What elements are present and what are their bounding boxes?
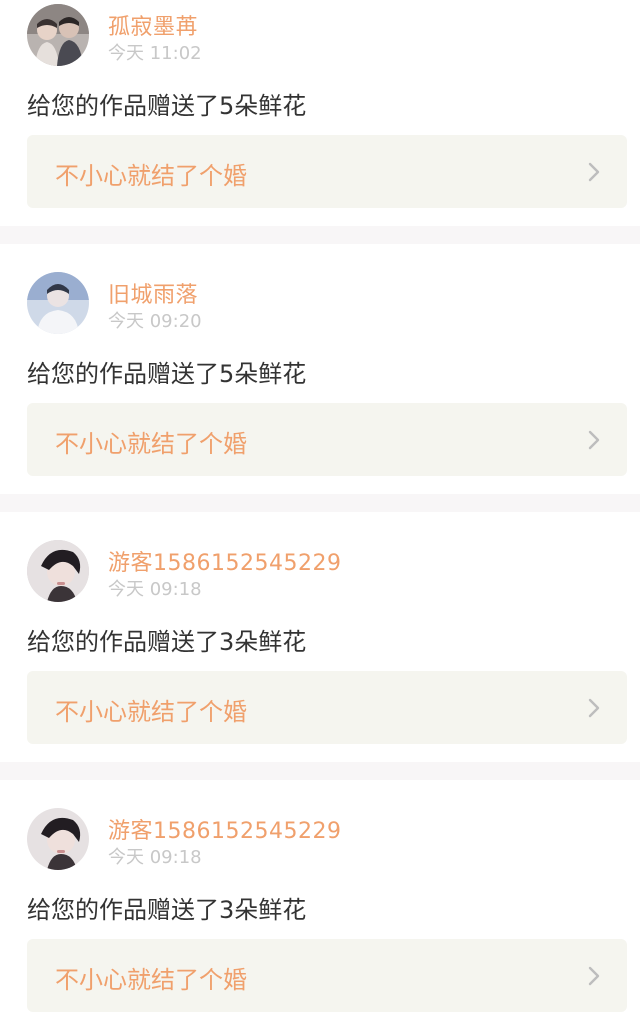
work-title: 不小心就结了个婚 — [55, 966, 247, 994]
gift-message: 给您的作品赠送了5朵鲜花 — [27, 360, 307, 388]
username[interactable]: 旧城雨落 — [108, 277, 198, 309]
card-divider — [0, 762, 640, 780]
card-divider — [0, 494, 640, 512]
work-link-card[interactable]: 不小心就结了个婚 — [27, 403, 627, 476]
work-link-card[interactable]: 不小心就结了个婚 — [27, 671, 627, 744]
notification-card: 孤寂墨苒 今天 11:02 给您的作品赠送了5朵鲜花 不小心就结了个婚 — [0, 0, 640, 226]
card-divider — [0, 226, 640, 244]
timestamp: 今天 11:02 — [108, 43, 202, 64]
username[interactable]: 游客1586152545229 — [108, 545, 341, 577]
notification-card: 游客1586152545229 今天 09:18 给您的作品赠送了3朵鲜花 不小… — [0, 780, 640, 1032]
gift-message: 给您的作品赠送了3朵鲜花 — [27, 628, 307, 656]
timestamp: 今天 09:20 — [108, 311, 202, 332]
timestamp: 今天 09:18 — [108, 847, 202, 868]
notification-card: 游客1586152545229 今天 09:18 给您的作品赠送了3朵鲜花 不小… — [0, 512, 640, 762]
username[interactable]: 孤寂墨苒 — [108, 9, 198, 41]
chevron-right-icon — [588, 966, 600, 986]
gift-notification-feed: 孤寂墨苒 今天 11:02 给您的作品赠送了5朵鲜花 不小心就结了个婚 旧城雨落… — [0, 0, 640, 1032]
user-avatar[interactable] — [27, 540, 89, 602]
chevron-right-icon — [588, 430, 600, 450]
work-link-card[interactable]: 不小心就结了个婚 — [27, 135, 627, 208]
user-avatar[interactable] — [27, 4, 89, 66]
gift-message: 给您的作品赠送了5朵鲜花 — [27, 92, 307, 120]
notification-card: 旧城雨落 今天 09:20 给您的作品赠送了5朵鲜花 不小心就结了个婚 — [0, 244, 640, 494]
chevron-right-icon — [588, 162, 600, 182]
work-title: 不小心就结了个婚 — [55, 698, 247, 726]
timestamp: 今天 09:18 — [108, 579, 202, 600]
user-avatar[interactable] — [27, 272, 89, 334]
work-link-card[interactable]: 不小心就结了个婚 — [27, 939, 627, 1012]
chevron-right-icon — [588, 698, 600, 718]
gift-message: 给您的作品赠送了3朵鲜花 — [27, 896, 307, 924]
work-title: 不小心就结了个婚 — [55, 162, 247, 190]
work-title: 不小心就结了个婚 — [55, 430, 247, 458]
username[interactable]: 游客1586152545229 — [108, 813, 341, 845]
user-avatar[interactable] — [27, 808, 89, 870]
